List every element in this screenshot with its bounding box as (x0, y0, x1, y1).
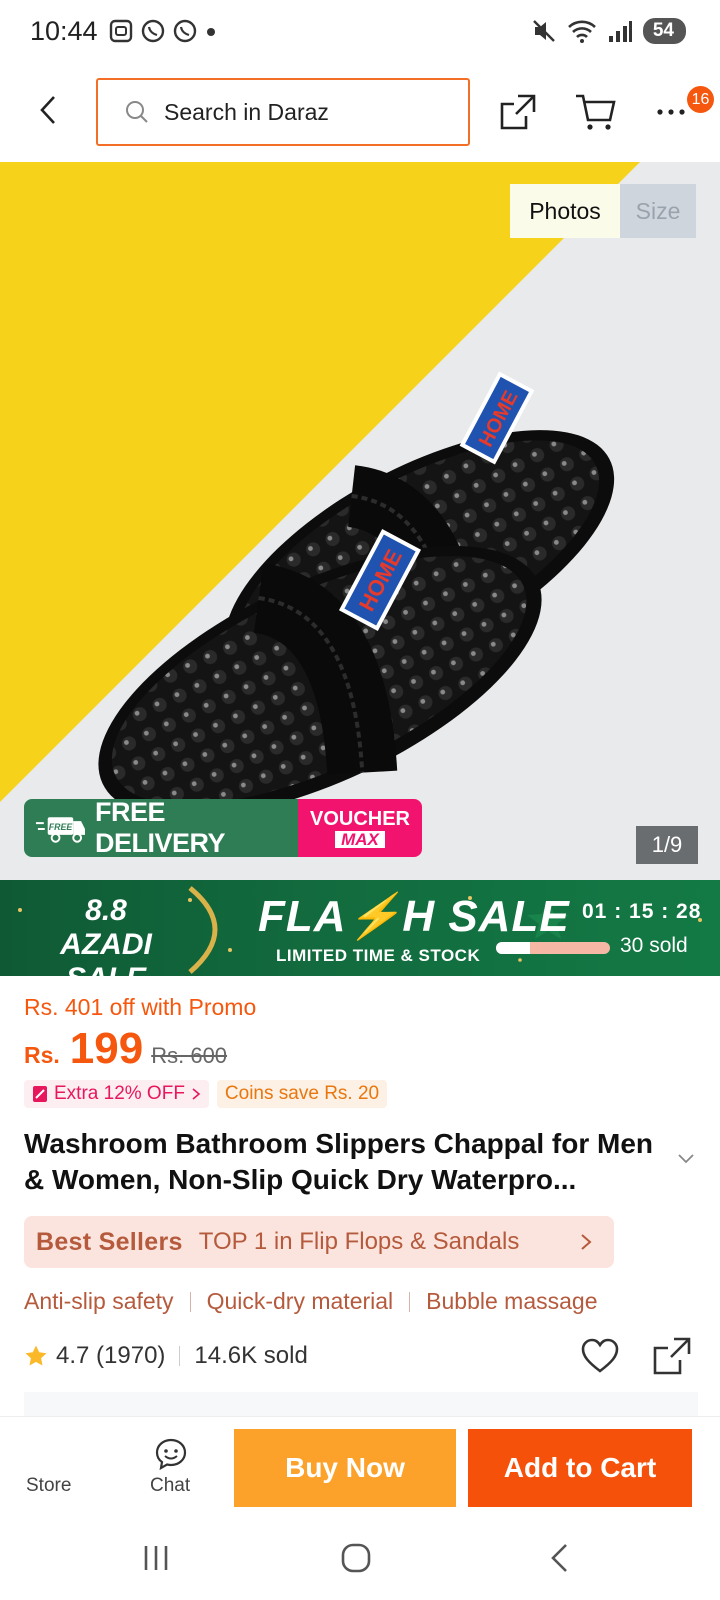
azadi-sale-logo: 8.8 AZADI SALE (42, 894, 170, 976)
image-counter: 1/9 (636, 826, 698, 864)
extra-off-label: Extra 12% OFF (54, 1083, 185, 1104)
search-bar[interactable] (96, 78, 470, 146)
promo-discount-text[interactable]: Rs. 401 off with Promo (24, 994, 256, 1021)
tab-photos[interactable]: Photos (510, 184, 620, 238)
buy-now-button[interactable]: Buy Now (234, 1429, 456, 1507)
feature-tags: Anti-slip safety Quick-dry material Bubb… (24, 1288, 598, 1315)
chat-button[interactable]: Chat (150, 1475, 190, 1497)
divider (179, 1346, 181, 1366)
tab-size[interactable]: Size (620, 184, 696, 238)
rating-value: 4.7 (1970) (56, 1342, 166, 1369)
delivery-truck-icon: FREE (35, 817, 85, 843)
best-sellers-banner[interactable]: Best Sellers TOP 1 in Flip Flops & Sanda… (24, 1216, 614, 1268)
back-nav-icon[interactable] (548, 1542, 572, 1574)
coins-save-chip[interactable]: Coins save Rs. 20 (216, 1080, 388, 1108)
divider (409, 1291, 411, 1312)
system-icons: 54 (531, 18, 686, 44)
feature-tag: Quick-dry material (206, 1288, 394, 1314)
chevron-down-icon[interactable] (676, 1152, 696, 1166)
chevron-right-icon (581, 1234, 592, 1250)
search-icon (126, 101, 148, 123)
azadi-line2: SALE (42, 962, 170, 976)
share-icon[interactable] (496, 90, 540, 134)
store-button[interactable]: Store (26, 1475, 71, 1497)
flash-sale-title: FLA⚡H SALE (258, 892, 570, 941)
sold-count: 14.6K sold (194, 1342, 308, 1369)
status-time: 10:44 (30, 16, 98, 46)
flash-sale-subtitle: LIMITED TIME & STOCK (276, 946, 481, 965)
flash-sale-banner[interactable]: 8.8 AZADI SALE FLA⚡H SALE LIMITED TIME &… (0, 880, 720, 976)
dot-icon (207, 28, 215, 36)
voucher-max-label: MAX (335, 830, 385, 848)
home-icon[interactable] (340, 1542, 372, 1574)
gallery-tabs: Photos Size (510, 184, 696, 238)
next-section-peek (24, 1392, 698, 1416)
flash-sold-count: 30 sold (620, 934, 688, 957)
best-sellers-label: Best Sellers (36, 1227, 183, 1256)
price-row: Rs. 199 Rs. 600 (24, 1024, 227, 1074)
whatsapp-icon (141, 19, 165, 43)
free-delivery-badge: FREE FREE DELIVERY (24, 799, 298, 857)
screenshot-icon (109, 19, 133, 43)
system-navigation-bar (0, 1516, 720, 1600)
currency-label: Rs. (24, 1042, 60, 1068)
product-title[interactable]: Washroom Bathroom Slippers Chappal for M… (24, 1126, 664, 1198)
voucher-icon (33, 1086, 47, 1102)
cart-icon[interactable] (574, 92, 618, 132)
signal-icon (608, 21, 632, 42)
store-icon[interactable] (36, 1435, 76, 1471)
gold-arc-decoration (188, 886, 218, 974)
voucher-label: VOUCHER (309, 807, 410, 830)
chevron-left-icon (40, 96, 55, 124)
star-icon (25, 1345, 47, 1366)
share-icon[interactable] (652, 1336, 692, 1376)
product-photo: HOME HOME (0, 162, 720, 880)
heart-icon[interactable] (580, 1338, 620, 1374)
whatsapp-business-icon (173, 19, 197, 43)
bottom-action-bar: Store Chat Buy Now Add to Cart (0, 1416, 720, 1516)
add-to-cart-button[interactable]: Add to Cart (468, 1429, 692, 1507)
svg-text:FREE: FREE (49, 822, 74, 832)
product-image-gallery[interactable]: HOME HOME Photos Size FREE FREE DELIVERY (0, 162, 720, 880)
search-input[interactable] (164, 98, 444, 126)
extra-off-chip[interactable]: Extra 12% OFF (24, 1080, 209, 1108)
notification-badge: 16 (687, 86, 714, 113)
sold-progress-bar (496, 942, 610, 954)
feature-tag: Bubble massage (426, 1288, 598, 1314)
top-bar: 16 (0, 66, 720, 162)
back-button[interactable] (28, 90, 68, 130)
notification-icons (108, 18, 218, 44)
best-sellers-rank: TOP 1 in Flip Flops & Sandals (198, 1228, 520, 1255)
rating-row[interactable]: 4.7 (1970) 14.6K sold (24, 1342, 308, 1370)
chat-icon[interactable] (154, 1437, 188, 1471)
azadi-line1: 8.8 AZADI (60, 894, 152, 961)
mute-icon (533, 20, 555, 42)
wifi-icon (567, 20, 596, 43)
more-options-icon[interactable] (652, 96, 692, 126)
status-bar: 10:44 54 (0, 0, 720, 66)
current-price: 199 (69, 1024, 144, 1073)
voucher-max-badge: VOUCHER MAX (298, 799, 422, 857)
divider (189, 1291, 191, 1312)
free-delivery-label: FREE DELIVERY (94, 799, 226, 857)
free-delivery-voucher-banner: FREE FREE DELIVERY VOUCHER MAX (24, 799, 422, 857)
offer-chips: Extra 12% OFF Coins save Rs. 20 (24, 1080, 388, 1108)
sold-progress-fill (496, 942, 531, 954)
chevron-right-icon (192, 1088, 201, 1100)
recent-apps-icon[interactable] (140, 1544, 172, 1572)
feature-tag: Anti-slip safety (24, 1288, 174, 1314)
battery-indicator: 54 (642, 18, 686, 44)
countdown-timer: 01 : 15 : 28 (582, 900, 702, 923)
coins-save-label: Coins save Rs. 20 (224, 1083, 380, 1104)
original-price: Rs. 600 (151, 1043, 228, 1068)
